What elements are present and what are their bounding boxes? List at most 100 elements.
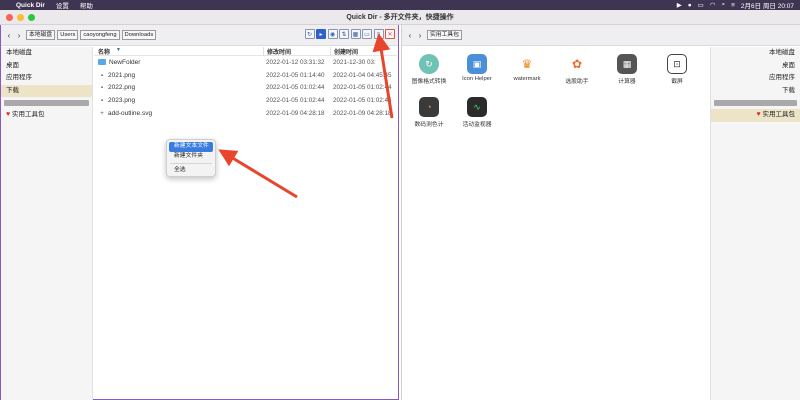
breadcrumb-downloads[interactable]: Downloads xyxy=(121,30,157,40)
tool-screenshot[interactable]: ⊡ 截屏 xyxy=(655,50,699,90)
title-bar: Quick Dir - 多开文件夹，快捷操作 xyxy=(0,10,800,25)
preview-icon[interactable]: ◉ xyxy=(327,29,338,39)
file-modified: 2022-01-05 01:02:44 xyxy=(266,84,325,92)
battery-icon[interactable]: ▭ xyxy=(698,1,704,9)
sidebar-item-desktop[interactable]: 桌面 xyxy=(711,60,800,73)
menu-status-area: ▶ ● ▭ ◠ ⌕ ≡ 2月6日 周日 20:07 xyxy=(677,0,800,10)
file-name: NewFolder xyxy=(109,58,141,66)
tool-label: 数码测色计 xyxy=(414,122,444,128)
tool-grid: ↻ 图像格式转换 ▣ Icon Helper ♛ watermark ✿ 选股助… xyxy=(402,47,710,400)
wifi-icon[interactable]: ◠ xyxy=(710,1,716,9)
control-center-icon[interactable]: ≡ xyxy=(731,2,735,9)
back-icon[interactable]: ‹ xyxy=(4,29,14,41)
add-outline-icon: + xyxy=(100,111,104,118)
file-created: 2022-01-09 04:28:18 xyxy=(333,110,392,118)
file-row[interactable]: + add-outline.svg 2022-01-09 04:28:18 202… xyxy=(94,107,397,120)
clock[interactable]: 2月6日 周日 20:07 xyxy=(741,0,794,10)
tool-label: 图像格式转换 xyxy=(411,79,447,85)
sidebar-item-local-disk[interactable]: 本地磁盘 xyxy=(1,47,92,60)
color-meter-icon: ◔ xyxy=(419,97,439,117)
refresh-icon[interactable]: ↻ xyxy=(304,29,315,39)
tool-label: 选股助手 xyxy=(565,79,589,85)
activity-monitor-icon: ∿ xyxy=(467,97,487,117)
file-created: 2022-01-05 01:02:44 xyxy=(333,97,392,105)
context-menu: 新建文本文件 新建文件夹 全选 xyxy=(166,139,216,177)
menu-item-new-folder[interactable]: 新建文件夹 xyxy=(169,152,213,162)
sidebar-item-downloads[interactable]: 下载 xyxy=(1,84,92,97)
tool-label: Icon Helper xyxy=(462,76,492,82)
back-icon[interactable]: ‹ xyxy=(405,29,415,41)
right-sidebar: 本地磁盘 桌面 应用程序 下载 ♥ 实用工具包 xyxy=(710,47,800,400)
calculator-icon: ▦ xyxy=(617,54,637,74)
column-created[interactable]: 创建时间 xyxy=(330,46,397,56)
convert-icon: ↻ xyxy=(419,54,439,74)
tool-color-meter[interactable]: ◔ 数码测色计 xyxy=(407,93,451,133)
heart-icon: ♥ xyxy=(6,111,11,118)
tool-image-convert[interactable]: ↻ 图像格式转换 xyxy=(407,50,451,90)
window-title: Quick Dir - 多开文件夹，快捷操作 xyxy=(346,14,454,21)
tool-stock-helper[interactable]: ✿ 选股助手 xyxy=(555,50,599,90)
column-name-label: 名称 xyxy=(98,49,111,56)
sidebar-item-favorite[interactable]: ♥ 实用工具包 xyxy=(711,109,800,122)
menu-settings[interactable]: 设置 xyxy=(56,0,69,10)
folder-icon xyxy=(98,59,106,66)
new-file-icon[interactable]: ▯ xyxy=(373,29,384,39)
tool-label: 计算器 xyxy=(618,79,636,85)
file-row[interactable]: NewFolder 2022-01-12 03:31:32 2021-12-30… xyxy=(94,56,397,69)
forward-icon[interactable]: › xyxy=(14,29,24,41)
sidebar-item-favorite[interactable]: ♥ 实用工具包 xyxy=(1,109,92,122)
sort-icon[interactable]: ⇅ xyxy=(339,29,349,39)
menu-help[interactable]: 帮助 xyxy=(80,0,93,10)
column-name[interactable]: 名称 ▼ xyxy=(94,47,263,56)
terminal-icon[interactable]: ▸ xyxy=(316,29,326,39)
tool-watermark[interactable]: ♛ watermark xyxy=(505,50,549,90)
sidebar-item-downloads[interactable]: 下载 xyxy=(711,85,800,98)
sidebar-item-applications[interactable]: 应用程序 xyxy=(711,72,800,85)
tool-calculator[interactable]: ▦ 计算器 xyxy=(605,50,649,90)
breadcrumb-user[interactable]: caoyongfeng xyxy=(80,30,120,40)
file-created: 2022-01-04 04:45:45 xyxy=(333,71,392,79)
menu-app-name[interactable]: Quick Dir xyxy=(16,2,45,9)
column-modified[interactable]: 修改时间 xyxy=(263,46,330,56)
file-modified: 2022-01-05 01:02:44 xyxy=(266,97,325,105)
menu-item-select-all[interactable]: 全选 xyxy=(169,166,213,176)
left-toolbar-icons: ↻ ▸ ◉ ⇅ ▦ ▭ ▯ ✕ xyxy=(304,29,395,39)
file-row[interactable]: ▪ 2023.png 2022-01-05 01:02:44 2022-01-05… xyxy=(94,94,397,107)
sidebar-item-desktop[interactable]: 桌面 xyxy=(1,60,92,73)
file-name: 2023.png xyxy=(108,97,136,105)
tool-label: watermark xyxy=(513,76,541,82)
breadcrumb-toolkit[interactable]: 实用工具包 xyxy=(427,30,462,40)
tool-label: 截屏 xyxy=(671,79,683,85)
sidebar-divider xyxy=(714,100,797,106)
file-list: 名称 ▼ 修改时间 创建时间 NewFolder 2022-01-12 03:31… xyxy=(94,46,397,400)
tool-icon-helper[interactable]: ▣ Icon Helper xyxy=(455,50,499,90)
file-modified: 2022-01-09 04:28:18 xyxy=(266,110,325,118)
breadcrumb-users[interactable]: Users xyxy=(57,30,79,40)
icon-helper-icon: ▣ xyxy=(467,54,487,74)
search-icon[interactable]: ⌕ xyxy=(721,1,725,9)
tool-label: 活动监视器 xyxy=(462,122,492,128)
file-row[interactable]: ▪ 2022.png 2022-01-05 01:02:44 2022-01-05… xyxy=(94,82,397,95)
heart-icon: ♥ xyxy=(756,111,761,118)
window-icon[interactable]: ▭ xyxy=(362,29,372,39)
screenshot-icon: ⊡ xyxy=(667,54,687,74)
menu-item-new-text-file[interactable]: 新建文本文件 xyxy=(169,142,213,152)
file-row[interactable]: ▪ 2021.png 2022-01-05 01:14:40 2022-01-04… xyxy=(94,69,397,82)
tool-activity-monitor[interactable]: ∿ 活动监视器 xyxy=(455,93,499,133)
image-file-icon: ▪ xyxy=(100,98,104,105)
dot-icon[interactable]: ● xyxy=(688,2,692,9)
sidebar-item-applications[interactable]: 应用程序 xyxy=(1,72,92,85)
sidebar-divider xyxy=(4,100,89,106)
watermark-icon: ♛ xyxy=(517,54,537,74)
stock-icon: ✿ xyxy=(567,54,587,74)
file-name: add-outline.svg xyxy=(108,110,153,118)
media-icon[interactable]: ▶ xyxy=(677,1,682,9)
app-window: Quick Dir - 多开文件夹，快捷操作 ‹ › 本地磁盘 Users ca… xyxy=(0,10,800,400)
menu-bar: Quick Dir 设置 帮助 ▶ ● ▭ ◠ ⌕ ≡ 2月6日 周日 20:0… xyxy=(0,0,800,10)
close-pane-icon[interactable]: ✕ xyxy=(385,29,395,39)
breadcrumb-local-disk[interactable]: 本地磁盘 xyxy=(26,30,56,40)
forward-icon[interactable]: › xyxy=(415,29,425,41)
sidebar-item-local-disk[interactable]: 本地磁盘 xyxy=(711,47,800,60)
grid-view-icon[interactable]: ▦ xyxy=(350,29,361,39)
favorite-label: 实用工具包 xyxy=(11,111,45,118)
